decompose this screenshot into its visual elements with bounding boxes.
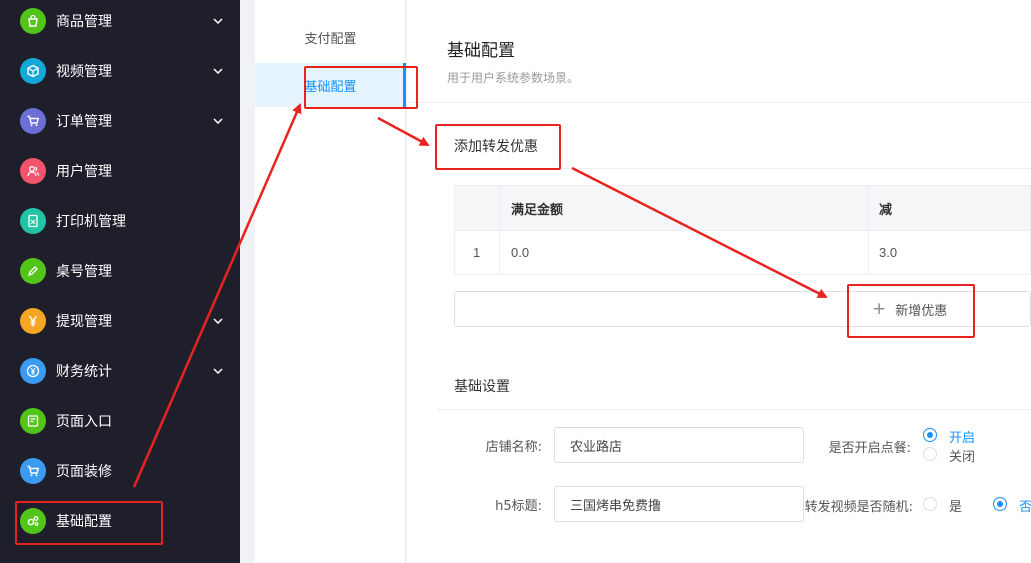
sidebar-item[interactable]: 订单管理 <box>0 96 240 146</box>
random-video-label-clip: 转发视频是否随机: <box>796 487 913 519</box>
cart-icon <box>20 458 46 484</box>
submenu-item-label: 支付配置 <box>304 31 357 47</box>
h5-title-input[interactable]: 三国烤串免费撸 <box>554 486 804 522</box>
discount-table-header: 满足金额 减 <box>454 185 1031 231</box>
sidebar-item[interactable]: 用户管理 <box>0 146 240 196</box>
sidebar-item[interactable]: 提现管理 <box>0 296 240 346</box>
page-description: 用于用户系统参数场景。 <box>447 71 580 85</box>
basic-settings-title: 基础设置 <box>454 379 510 395</box>
gears-icon <box>20 508 46 534</box>
sidebar-item-label: 打印机管理 <box>56 214 126 230</box>
sidebar-item[interactable]: 视频管理 <box>0 46 240 96</box>
sidebar-item-label: 用户管理 <box>56 164 112 180</box>
random-video-label: 转发视频是否随机: <box>804 500 913 515</box>
sidebar-item[interactable]: 页面装修 <box>0 446 240 496</box>
config-submenu: 支付配置 基础配置 <box>255 0 406 563</box>
column-header-amount: 满足金额 <box>511 202 564 218</box>
section-divider <box>437 168 1031 169</box>
add-discount-button[interactable]: + 新增优惠 <box>872 299 948 320</box>
chevron-down-icon[interactable] <box>213 68 223 78</box>
page-edit-icon <box>20 408 46 434</box>
page-title: 基础配置 <box>447 41 515 61</box>
header-divider <box>407 102 1031 103</box>
chevron-down-icon[interactable] <box>213 18 223 28</box>
yen-circle-icon <box>20 358 46 384</box>
cell-minus[interactable]: 3.0 <box>879 231 897 274</box>
sidebar-item[interactable]: 商品管理 <box>0 0 240 46</box>
sidebar-item-label: 订单管理 <box>56 114 112 130</box>
sidebar-item-label: 桌号管理 <box>56 264 112 280</box>
main-panel: 基础配置 用于用户系统参数场景。 添加转发优惠 <box>407 0 1031 563</box>
sidebar-item-label: 页面入口 <box>56 414 112 430</box>
cell-amount[interactable]: 0.0 <box>511 231 529 274</box>
sidebar-item-label: 提现管理 <box>56 314 112 330</box>
order-on-label[interactable]: 开启 <box>949 427 975 446</box>
sidebar-item-label: 商品管理 <box>56 14 112 30</box>
h5-title-label: h5标题: <box>495 499 542 514</box>
table-row: 1 0.0 3.0 <box>454 231 1031 275</box>
sidebar-item-label: 财务统计 <box>56 364 112 380</box>
sidebar-item[interactable]: 打印机管理 <box>0 196 240 246</box>
submenu-item-label: 基础配置 <box>304 79 357 95</box>
sidebar-item-label: 页面装修 <box>56 464 112 480</box>
cube-icon <box>20 58 46 84</box>
bag-icon <box>20 8 46 34</box>
chevron-down-icon[interactable] <box>213 318 223 328</box>
submenu-item-payment-config[interactable]: 支付配置 <box>255 15 406 59</box>
column-divider <box>499 231 500 274</box>
column-divider <box>868 231 869 274</box>
yen-icon <box>20 308 46 334</box>
row-index: 1 <box>473 245 481 260</box>
store-name-input[interactable]: 农业路店 <box>554 427 804 463</box>
users-icon <box>20 158 46 184</box>
chevron-down-icon[interactable] <box>213 368 223 378</box>
add-discount-label: 新增优惠 <box>895 304 948 319</box>
order-switch-label: 是否开启点餐: <box>828 441 911 456</box>
sidebar-item[interactable]: 基础配置 <box>0 496 240 546</box>
column-divider <box>499 186 500 230</box>
printer-doc-icon <box>20 208 46 234</box>
order-off-radio[interactable] <box>923 447 937 461</box>
pen-icon <box>20 258 46 284</box>
sidebar: 商品管理视频管理订单管理用户管理打印机管理桌号管理提现管理财务统计页面入口页面装… <box>0 0 240 563</box>
sidebar-item[interactable]: 财务统计 <box>0 346 240 396</box>
plus-icon: + <box>872 299 887 319</box>
submenu-item-basic-config[interactable]: 基础配置 <box>255 63 406 107</box>
random-no-radio[interactable] <box>993 497 1007 511</box>
random-yes-label[interactable]: 是 <box>949 496 962 515</box>
section-divider <box>437 409 1031 410</box>
column-header-minus: 减 <box>879 202 893 218</box>
sidebar-item-label: 基础配置 <box>56 514 112 530</box>
chevron-down-icon[interactable] <box>213 118 223 128</box>
sidebar-item-label: 视频管理 <box>56 64 112 80</box>
random-no-label[interactable]: 否 <box>1019 496 1031 515</box>
random-yes-radio[interactable] <box>923 497 937 511</box>
order-off-label[interactable]: 关闭 <box>949 446 975 465</box>
sidebar-item[interactable]: 桌号管理 <box>0 246 240 296</box>
order-on-radio[interactable] <box>923 428 937 442</box>
sidebar-item[interactable]: 页面入口 <box>0 396 240 446</box>
cart-icon <box>20 108 46 134</box>
column-divider <box>868 186 869 230</box>
forward-discount-section-title: 添加转发优惠 <box>454 139 538 155</box>
store-name-label: 店铺名称: <box>485 440 542 455</box>
